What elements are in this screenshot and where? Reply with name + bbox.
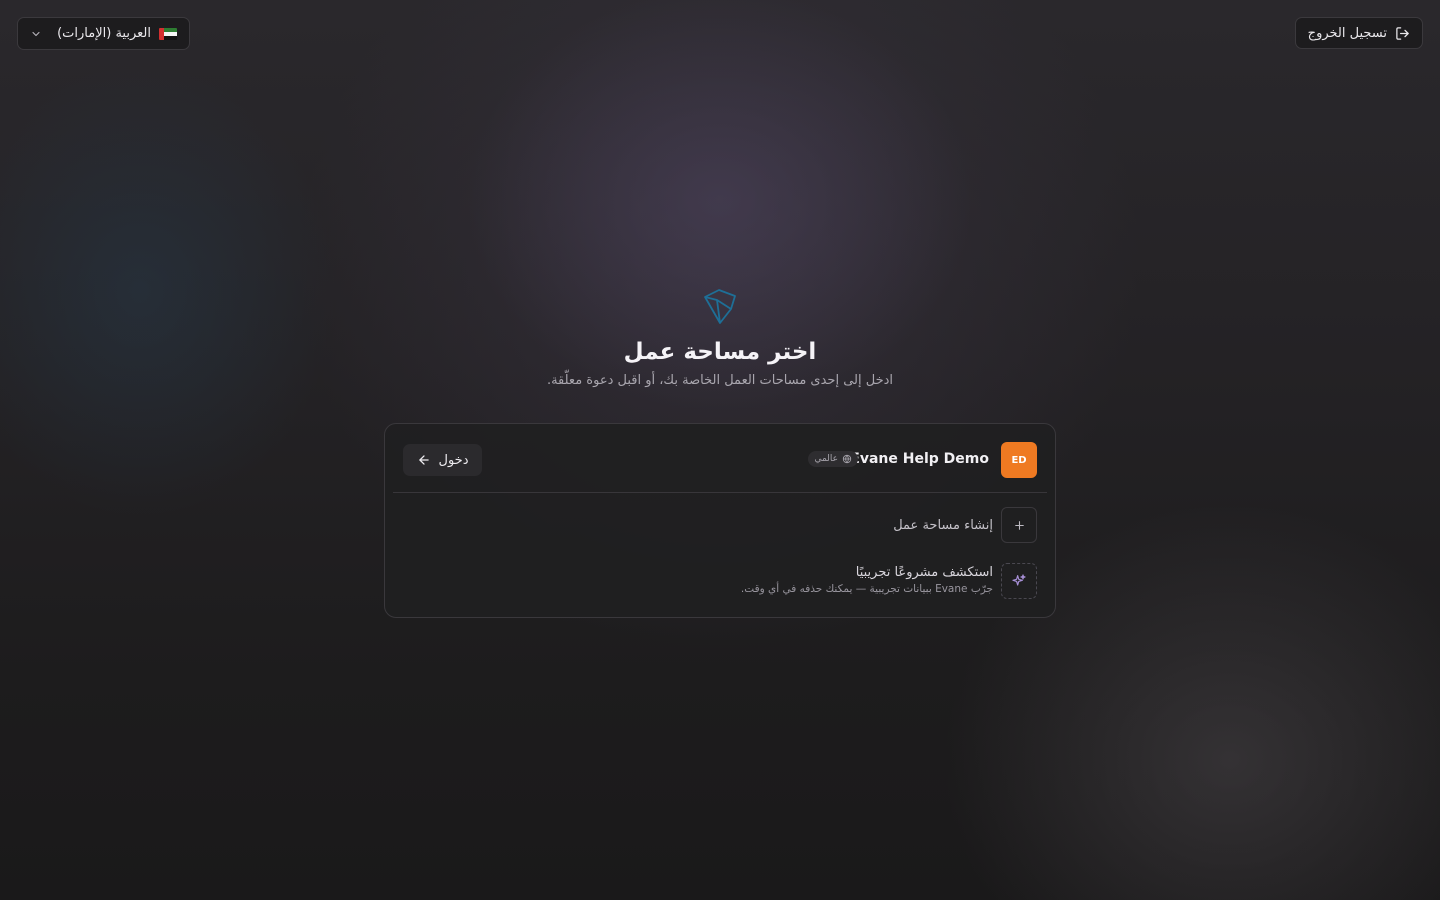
chevron-down-icon [30, 28, 42, 40]
logout-label: تسجيل الخروج [1307, 25, 1387, 41]
sparkles-icon [1001, 563, 1037, 599]
workspace-avatar: ED [1001, 442, 1037, 478]
demo-description: جرّب Evane ببيانات تجريبية — يمكنك حذفه … [740, 583, 993, 595]
globe-icon [842, 454, 852, 464]
plus-icon [1001, 507, 1037, 543]
demo-title: استكشف مشروعًا تجريبيًا [855, 565, 993, 580]
page-title: اختر مساحة عمل [623, 339, 817, 365]
workspace-chooser-header: اختر مساحة عمل ادخل إلى إحدى مساحات العم… [0, 285, 1440, 388]
workspace-region-badge: عالمي [808, 451, 858, 467]
workspace-badge-label: عالمي [814, 454, 838, 464]
enter-label: دخول [438, 452, 469, 468]
language-select[interactable]: العربية (الإمارات) [17, 17, 190, 50]
uae-flag-icon [159, 27, 177, 40]
workspace-row[interactable]: ED Evane Help Demo عالمي دخول [385, 424, 1055, 494]
logout-button[interactable]: تسجيل الخروج [1294, 17, 1423, 49]
enter-workspace-button[interactable]: دخول [403, 444, 482, 476]
app-logo [704, 289, 736, 324]
logout-icon [1395, 26, 1410, 41]
demo-text: استكشف مشروعًا تجريبيًا جرّب Evane ببيان… [741, 565, 993, 597]
workspace-name: Evane Help Demo [850, 451, 989, 467]
page-subtitle: ادخل إلى إحدى مساحات العمل الخاصة بك، أو… [546, 373, 894, 388]
create-workspace-button[interactable]: إنشاء مساحة عمل [893, 507, 1037, 543]
explore-demo-button[interactable]: استكشف مشروعًا تجريبيًا جرّب Evane ببيان… [741, 563, 1037, 599]
arrow-left-icon [417, 453, 431, 467]
top-bar: تسجيل الخروج العربية (الإمارات) [17, 17, 1423, 50]
card-divider [393, 492, 1047, 493]
workspace-card: ED Evane Help Demo عالمي دخول إنشاء مساح… [384, 423, 1056, 618]
language-label: العربية (الإمارات) [57, 26, 151, 41]
create-workspace-label: إنشاء مساحة عمل [893, 517, 993, 533]
